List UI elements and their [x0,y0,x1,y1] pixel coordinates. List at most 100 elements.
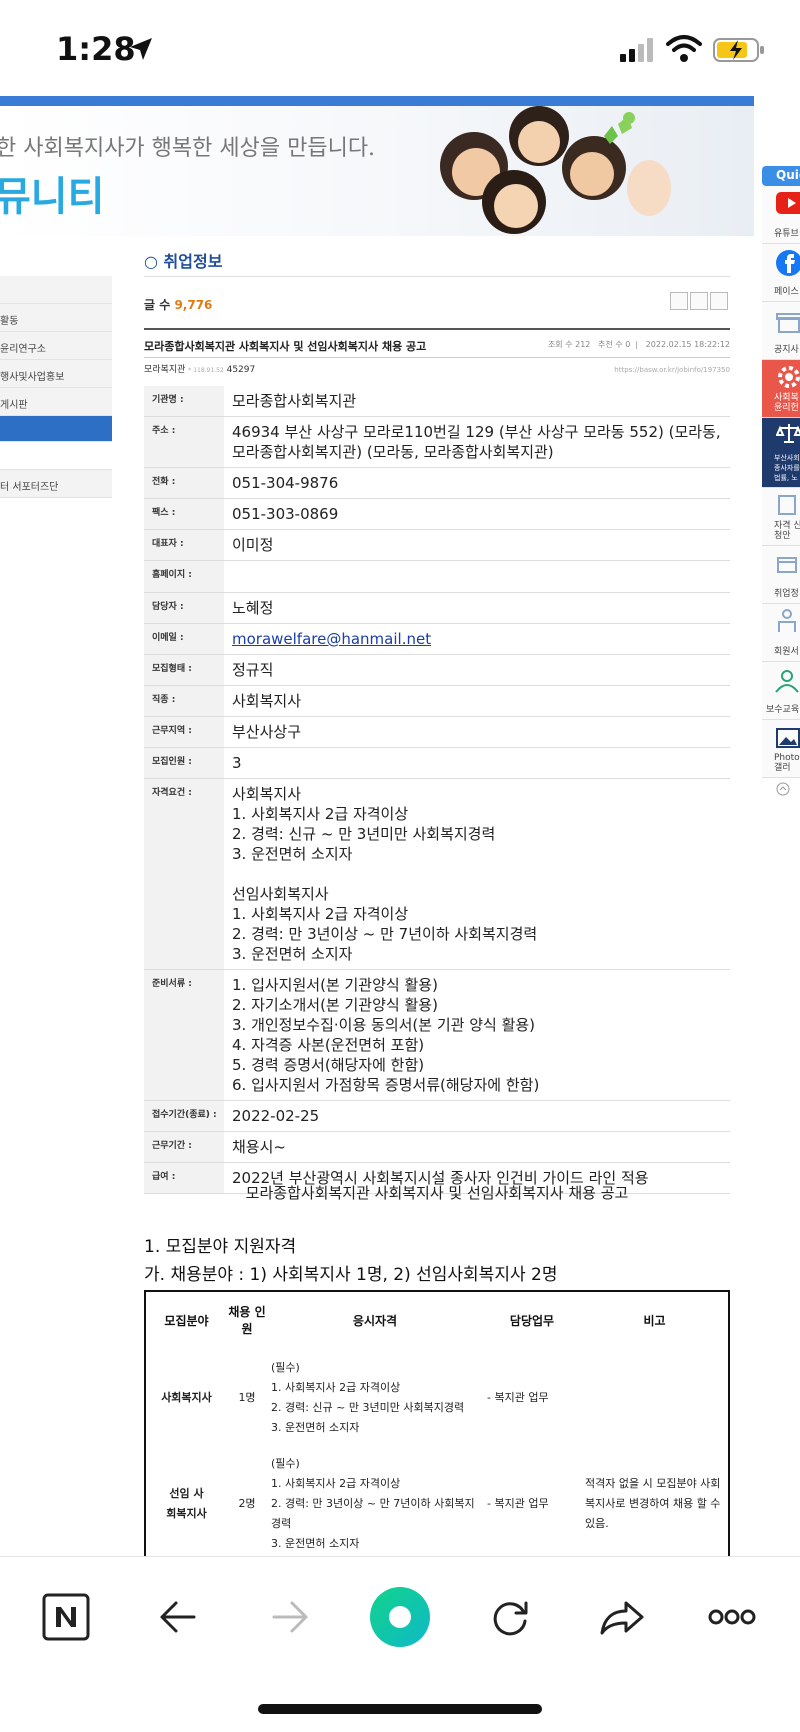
web-page: 한 사회복지사가 행복한 세상을 만듭니다. 뮤니티 활동 윤리연구소 행사및사… [0,96,800,1556]
scroll-top-icon[interactable] [776,782,790,796]
quick-facebook[interactable]: 페이스 [762,244,800,302]
documents-line: 5. 경력 증명서(해당자에 한함) [232,1056,425,1074]
post-count: 글 수 9,776 [144,298,213,312]
green-circle-icon[interactable] [368,1585,432,1649]
quick-member-service[interactable]: 회원서 [762,604,800,662]
status-time: 1:28 [56,30,136,68]
email-link[interactable]: morawelfare@hanmail.net [232,630,431,648]
webzine-view-icon[interactable] [690,292,708,310]
info-key-email: 이메일 : [144,623,224,655]
share-icon[interactable] [596,1591,648,1643]
document-icon [778,495,796,515]
sidebar-item-blank-2[interactable] [0,442,112,470]
info-row-address: 주소 :46934 부산 사상구 모라로110번길 129 (부산 사상구 모라… [144,416,730,468]
banner-slogan: 한 사회복지사가 행복한 세상을 만듭니다. [0,136,376,161]
left-sidebar-nav: 활동 윤리연구소 행사및사업홍보 게시판 터 서포터즈단 [0,276,112,498]
info-key-region: 근무지역 : [144,716,224,748]
recruit-note [581,1349,729,1446]
info-value-period: 채용시~ [224,1131,730,1163]
info-text-ceo: 이미정 [232,536,274,554]
gallery-view-icon[interactable] [710,292,728,310]
sidebar-item-events[interactable]: 행사및사업홍보 [0,360,112,388]
info-value-job: 사회복지사 [224,685,730,717]
recruit-qualification: (필수) 1. 사회복지사 2급 자격이상 2. 경력: 신규 ~ 만 3년미만 사… [267,1349,483,1446]
gear-icon [778,366,800,388]
info-value-region: 부산사상구 [224,716,730,748]
post-url[interactable]: https://basw.or.kr/jobinfo/197350 [614,366,730,374]
quick-certificate[interactable]: 자격 신청안 [762,488,800,546]
list-view-icon[interactable] [670,292,688,310]
banner-title[interactable]: 뮤니티 [0,164,104,222]
sidebar-item-ethics-lab[interactable]: 윤리연구소 [0,332,112,360]
info-text-fax: 051-303-0869 [232,505,339,523]
info-row-email: 이메일 : morawelfare@hanmail.net [144,623,730,655]
info-value-email: morawelfare@hanmail.net [224,623,730,655]
post-author[interactable]: 모라복지관 [144,365,185,375]
info-row-headcount: 모집인원 : 3 [144,747,730,779]
notice-title: 모라종합사회복지관 사회복지사 및 선임사회복지사 채용 공고 [245,1184,629,1202]
info-value-ceo: 이미정 [224,529,730,561]
job-info-table: 기관명 : 모라종합사회복지관 주소 :46934 부산 사상구 모라로110번길 … [144,386,730,1194]
sidebar-item-active[interactable] [0,416,112,442]
recruit-col-field: 모집분야 [145,1291,227,1350]
info-value-documents: 1. 입사지원서(본 기관양식 활용) 2. 자기소개서(본 기관양식 활용) 3.… [224,969,730,1101]
recruit-field: 사회복지사 [161,1390,212,1404]
quick-ethics-code[interactable]: 사회복 윤리헌 [762,360,800,418]
info-text-deadline: 2022-02-25 [232,1107,320,1125]
recruit-duty: - 복지관 업무 [487,1496,549,1510]
info-row-region: 근무지역 : 부산사상구 [144,716,730,748]
sidebar-item-board[interactable]: 게시판 [0,388,112,416]
documents-line: 1. 입사지원서(본 기관양식 활용) [232,976,438,994]
sidebar-item-activity[interactable]: 활동 [0,304,112,332]
quick-photo-gallery[interactable]: Photo 갤러 [762,720,800,778]
info-value-qualification: 사회복지사 1. 사회복지사 2급 자격이상 2. 경력: 신규 ~ 만 3년미만 … [224,778,730,970]
facebook-icon [776,250,800,276]
forward-arrow-icon[interactable] [264,1591,316,1643]
info-row-job: 직종 : 사회복지사 [144,685,730,717]
info-row-contact: 담당자 : 노혜정 [144,592,730,624]
cellular-signal-icon [620,38,653,62]
documents-line: 6. 입사지원서 가점항목 증명서류(해당자에 한함) [232,1076,540,1094]
info-value-phone: 051-304-9876 [224,467,730,499]
recruit-qual-line: 1. 사회복지사 2급 자격이상 [271,1476,401,1490]
info-row-fax: 팩스 : 051-303-0869 [144,498,730,530]
info-key-documents: 준비서류 : [144,969,224,1101]
naver-n-icon[interactable] [40,1591,92,1643]
info-value-type: 정규직 [224,654,730,686]
quick-menu-header: Quic [762,166,800,186]
reload-icon[interactable] [484,1591,536,1643]
info-text-address: 46934 부산 사상구 모라로110번길 129 (부산 사상구 모라동 55… [232,423,721,461]
info-row-org: 기관명 : 모라종합사회복지관 [144,386,730,417]
info-row-deadline: 접수기간(종료) : 2022-02-25 [144,1100,730,1132]
back-arrow-icon[interactable] [152,1591,204,1643]
quick-notice[interactable]: 공지사 [762,302,800,360]
recruit-row: 사회복지사 1명 (필수) 1. 사회복지사 2급 자격이상 2. 경력: 신규 ~ 만… [145,1349,729,1446]
info-text-region: 부산사상구 [232,723,302,741]
documents-line: 2. 자기소개서(본 기관양식 활용) [232,996,438,1014]
sidebar-item-blank[interactable] [0,276,112,304]
quick-continuing-education[interactable]: 보수교육 [762,662,800,720]
section-divider [144,276,730,277]
quick-legal-support[interactable]: 부산사회 종사자를 법률, 노 [762,418,800,488]
info-value-address: 46934 부산 사상구 모라로110번길 129 (부산 사상구 모라동 55… [224,416,730,468]
quick-youtube[interactable]: 유튜브 '부사협 [762,186,800,244]
qualification-line: 1. 사회복지사 2급 자격이상 [232,805,409,823]
site-banner: 한 사회복지사가 행복한 세상을 만듭니다. 뮤니티 [0,106,754,236]
qualification-line: 2. 경력: 만 3년이상 ~ 만 7년이하 사회복지경력 [232,925,538,943]
info-key-ceo: 대표자 : [144,529,224,561]
browser-toolbar [0,1556,800,1672]
more-icon[interactable] [706,1591,758,1643]
home-indicator[interactable] [258,1704,542,1714]
post-meta: 조회 수 212 추천 수 0 | 2022.02.15 18:22:12 [547,340,730,349]
recruit-col-duty: 담당업무 [483,1291,581,1350]
info-value-deadline: 2022-02-25 [224,1100,730,1132]
banner-photo [440,106,671,234]
info-key-period: 근무기간 : [144,1131,224,1163]
quick-jobs[interactable]: 취업정 [762,546,800,604]
info-row-phone: 전화 : 051-304-9876 [144,467,730,499]
info-key-phone: 전화 : [144,467,224,499]
info-value-homepage [224,560,730,593]
recruit-table: 모집분야 채용 인원 응시자격 담당업무 비고 사회복지사 1명 (필수) 1. 사회… [144,1290,730,1556]
sidebar-item-supporters[interactable]: 터 서포터즈단 [0,470,112,498]
post-count-value: 9,776 [174,298,213,312]
